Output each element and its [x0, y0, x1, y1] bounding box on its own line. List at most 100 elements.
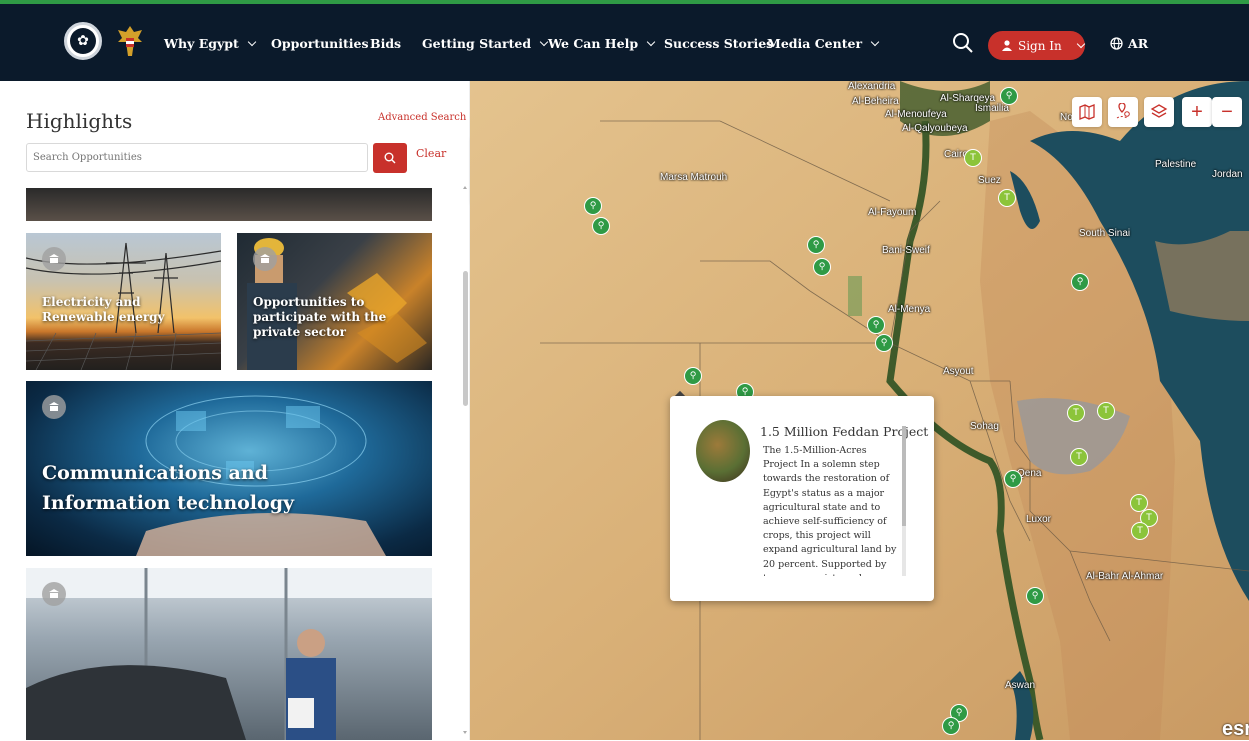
nav-we-can-help[interactable]: We Can Help [548, 36, 656, 51]
map-icon [1079, 104, 1095, 120]
esri-attribution: esri [1222, 718, 1249, 740]
project-pin[interactable]: ⚲ [1026, 587, 1044, 605]
map-label: Aswan [1005, 680, 1036, 691]
popup-scrollbar[interactable] [902, 426, 906, 576]
panel-title: Highlights [26, 109, 133, 133]
map-label: Al-Qalyoubeya [902, 123, 968, 134]
pin-route-icon [1116, 103, 1130, 119]
building-icon [42, 395, 66, 419]
project-pin[interactable]: T [1097, 402, 1115, 420]
card-title: Communications and Information technolog… [42, 462, 295, 514]
map-label: Al-Menoufeya [885, 109, 947, 120]
nav-label: Success Stories [664, 36, 774, 51]
search-icon [384, 152, 396, 164]
project-pin[interactable]: ⚲ [592, 217, 610, 235]
building-icon [42, 247, 66, 271]
nav-label: Media Center [767, 36, 863, 51]
map-label: Al-Menya [888, 304, 931, 315]
chevron-down-icon [247, 37, 257, 47]
nav-label: Bids [370, 36, 402, 51]
opportunity-card[interactable]: Communications and Information technolog… [26, 381, 432, 556]
map-layers-button[interactable] [1144, 97, 1174, 127]
sign-in-button[interactable]: Sign In [988, 31, 1086, 60]
project-pin[interactable]: ⚲ [584, 197, 602, 215]
chevron-down-icon [1076, 39, 1086, 49]
map-location-button[interactable] [1108, 97, 1138, 127]
clear-button[interactable]: Clear [416, 147, 446, 160]
language-switch[interactable]: AR [1110, 36, 1148, 51]
map-label: Al-Bahr Al-Ahmar [1086, 571, 1164, 582]
map-label: Asyout [943, 366, 974, 377]
layers-icon [1150, 104, 1168, 118]
building-icon [42, 582, 66, 606]
chevron-down-icon [646, 37, 656, 47]
project-pin[interactable]: ⚲ [942, 717, 960, 735]
nav-success-stories[interactable]: Success Stories [664, 36, 773, 51]
nav-media-center[interactable]: Media Center [767, 36, 880, 51]
project-pin[interactable]: ⚲ [1004, 470, 1022, 488]
opportunity-card[interactable]: Electricity and Renewable energy [26, 233, 221, 370]
project-pin[interactable]: ⚲ [684, 367, 702, 385]
map-label: Luxor [1026, 514, 1052, 525]
advanced-search-link[interactable]: Advanced Search [378, 112, 466, 123]
map-label: Suez [978, 175, 1001, 186]
panel-scrollbar[interactable] [462, 185, 468, 735]
egypt-eagle-logo[interactable] [116, 24, 144, 58]
ministry-logo[interactable]: ✿ [64, 22, 102, 60]
project-pin[interactable]: ⚲ [813, 258, 831, 276]
opportunity-card[interactable] [26, 568, 432, 740]
map-regions-button[interactable] [1072, 97, 1102, 127]
user-icon [1002, 40, 1012, 51]
search-button[interactable] [373, 143, 407, 173]
map-label: Al-Fayoum [868, 207, 917, 218]
nav-label: Getting Started [422, 36, 532, 51]
opportunity-card[interactable]: Opportunities to participate with the pr… [237, 233, 432, 370]
map-label: Palestine [1155, 159, 1197, 170]
project-pin[interactable]: ⚲ [807, 236, 825, 254]
map-label: Bani-Sweif [882, 245, 930, 256]
top-navbar: ✿ Why Egypt Opportunities Bids Getting S… [0, 4, 1249, 81]
nav-why-egypt[interactable]: Why Egypt [164, 36, 257, 51]
project-pin[interactable]: ⚲ [867, 316, 885, 334]
zoom-out-button[interactable]: − [1212, 97, 1242, 127]
map-label: Ismailia [975, 103, 1009, 114]
nav-label: Why Egypt [164, 36, 239, 51]
nav-bids[interactable]: Bids [370, 36, 401, 51]
nav-label: We Can Help [548, 36, 639, 51]
nav-label: Opportunities [271, 36, 369, 51]
project-popup: 1.5 Million Feddan Project The 1.5-Milli… [670, 396, 934, 601]
search-icon[interactable] [952, 32, 974, 54]
project-pin[interactable]: T [998, 189, 1016, 207]
chevron-down-icon [870, 37, 880, 47]
highlights-panel: Highlights Advanced Search Clear Electri… [0, 81, 470, 740]
popup-description: The 1.5-Million-Acres Project In a solem… [763, 445, 897, 576]
project-pin[interactable]: T [964, 149, 982, 167]
scrollbar-thumb[interactable] [463, 271, 468, 406]
project-pin[interactable]: T [1131, 522, 1149, 540]
opportunity-card-partial[interactable] [26, 188, 432, 221]
nav-opportunities[interactable]: Opportunities [271, 36, 369, 51]
language-label: AR [1128, 36, 1149, 51]
project-pin[interactable]: ⚲ [875, 334, 893, 352]
project-pin[interactable]: T [1070, 448, 1088, 466]
project-pin[interactable]: T [1067, 404, 1085, 422]
search-opportunities-input[interactable] [26, 143, 368, 172]
zoom-in-button[interactable]: + [1182, 97, 1212, 127]
project-pin[interactable]: ⚲ [1071, 273, 1089, 291]
map-label: Marsa Matrouh [660, 172, 728, 183]
map-label: Al-Beheira [852, 96, 899, 107]
project-thumbnail [696, 420, 750, 482]
sign-in-label: Sign In [1018, 38, 1062, 53]
card-title: Opportunities to participate with the pr… [253, 295, 387, 339]
project-pin[interactable]: ⚲ [1000, 87, 1018, 105]
map-label: Alexandria [848, 81, 896, 92]
factory-image [26, 568, 432, 740]
map-label: Jordan [1212, 169, 1243, 180]
ministry-emblem-icon: ✿ [70, 28, 96, 54]
building-icon [253, 247, 277, 271]
nav-getting-started[interactable]: Getting Started [422, 36, 549, 51]
map-label: No [1060, 112, 1073, 123]
map-label: Sohag [970, 421, 999, 432]
globe-icon [1110, 37, 1123, 50]
map-label: South Sinai [1079, 228, 1131, 239]
